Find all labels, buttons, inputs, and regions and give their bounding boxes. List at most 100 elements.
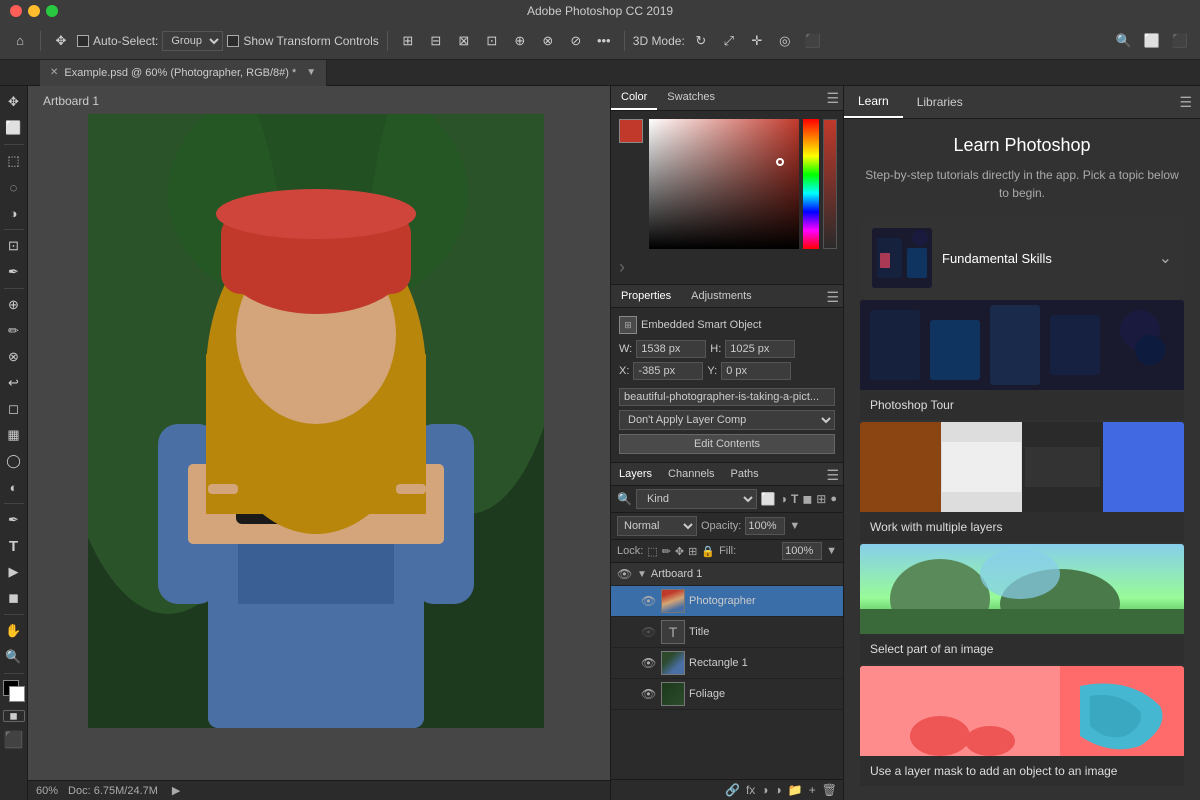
link-layers-icon[interactable]: 🔗	[725, 783, 740, 797]
status-arrow[interactable]: ▶	[172, 784, 180, 797]
search-icon[interactable]: 🔍	[1112, 29, 1136, 53]
more-icon[interactable]: •••	[592, 29, 616, 53]
layers-shape-icon[interactable]: ◼	[802, 492, 812, 506]
arrange-windows-icon[interactable]: ⬛	[1168, 29, 1192, 53]
lock-all-icon[interactable]: 🔒	[701, 545, 715, 558]
layer-rectangle[interactable]: 👁 Rectangle 1	[611, 648, 843, 679]
learn-card-multiple-layers[interactable]: Work with multiple layers	[860, 422, 1184, 542]
lock-move-icon[interactable]: ✥	[675, 545, 684, 558]
tab-channels[interactable]: Channels	[660, 463, 722, 485]
clone-tool[interactable]: ⊗	[2, 345, 26, 369]
auto-select-checkbox[interactable]	[77, 35, 89, 47]
learn-card-select-part[interactable]: Select part of an image	[860, 544, 1184, 664]
props-panel-menu-icon[interactable]: ☰	[826, 289, 839, 306]
maximize-button[interactable]	[46, 5, 58, 17]
color-gradient-cursor[interactable]	[776, 158, 784, 166]
document-tab[interactable]: ✕ Example.psd @ 60% (Photographer, RGB/8…	[40, 60, 327, 86]
pen-tool[interactable]: ✒	[2, 508, 26, 532]
x-field[interactable]	[633, 362, 703, 380]
color-hue-bar[interactable]	[803, 119, 819, 249]
height-field[interactable]	[725, 340, 795, 358]
type-tool[interactable]: T	[2, 534, 26, 558]
fill-field[interactable]	[782, 542, 822, 560]
path-select-tool[interactable]: ▶	[2, 560, 26, 584]
distribute-icon[interactable]: ⊕	[508, 29, 532, 53]
move-icon[interactable]: ✥	[49, 29, 73, 53]
quick-select-tool[interactable]: ◑	[2, 201, 26, 225]
opacity-field[interactable]	[745, 517, 785, 535]
layers-kind-dropdown[interactable]: Kind	[636, 489, 757, 509]
distribute-v-icon[interactable]: ⊗	[536, 29, 560, 53]
lock-transparent-icon[interactable]: ⬚	[647, 545, 657, 558]
auto-select-dropdown[interactable]: Group	[162, 31, 223, 51]
fill-arrow-icon[interactable]: ▼	[826, 545, 837, 557]
artboard-visibility-icon[interactable]: 👁	[617, 567, 633, 581]
opacity-arrow-icon[interactable]: ▼	[789, 520, 800, 532]
three-d-scale-icon[interactable]: ✛	[745, 29, 769, 53]
move-tool[interactable]: ✥	[2, 90, 26, 114]
layers-smart-icon[interactable]: ⊞	[816, 492, 826, 506]
tab-layers[interactable]: Layers	[611, 463, 660, 485]
blur-tool[interactable]: ◯	[2, 449, 26, 473]
three-d-video-icon[interactable]: ⬛	[801, 29, 825, 53]
foreground-background-colors[interactable]	[3, 680, 25, 702]
marquee-tool[interactable]: ⬚	[2, 149, 26, 173]
new-layer-icon[interactable]: +	[809, 783, 816, 797]
y-field[interactable]	[721, 362, 791, 380]
three-d-move-icon[interactable]: ⤢	[717, 29, 741, 53]
layers-pixel-icon[interactable]: ⬜	[761, 492, 776, 506]
foliage-visibility-icon[interactable]: 👁	[641, 687, 657, 701]
color-panel-menu-icon[interactable]: ☰	[826, 90, 839, 107]
new-group-icon[interactable]: 📁	[788, 783, 803, 797]
tab-close-icon[interactable]: ✕	[50, 67, 58, 78]
layers-adjust-icon[interactable]: ◑	[780, 492, 787, 506]
tab-properties[interactable]: Properties	[611, 285, 681, 307]
lock-artboard-icon[interactable]: ⊞	[688, 545, 697, 558]
color-bracket-icon[interactable]: ›	[619, 257, 625, 278]
crop-tool[interactable]: ⊡	[2, 234, 26, 258]
tab-libraries[interactable]: Libraries	[903, 87, 977, 117]
zoom-tool[interactable]: 🔍	[2, 645, 26, 669]
gradient-tool[interactable]: ▦	[2, 423, 26, 447]
tab-swatches[interactable]: Swatches	[657, 86, 725, 110]
close-button[interactable]	[10, 5, 22, 17]
fundamental-skills-chevron-icon[interactable]: ⌄	[1159, 248, 1172, 268]
eyedropper-tool[interactable]: ✒	[2, 260, 26, 284]
align-center-icon[interactable]: ⊟	[424, 29, 448, 53]
tab-color[interactable]: Color	[611, 86, 657, 110]
tab-paths[interactable]: Paths	[723, 463, 767, 485]
layer-photographer[interactable]: 👁 Photographer	[611, 586, 843, 617]
history-brush-tool[interactable]: ↩	[2, 371, 26, 395]
align-right-icon[interactable]: ⊠	[452, 29, 476, 53]
color-gradient-picker[interactable]	[649, 119, 799, 249]
layers-toggle-icon[interactable]: ●	[830, 493, 837, 505]
arrange-icon[interactable]: ⊘	[564, 29, 588, 53]
layer-fx-icon[interactable]: fx	[746, 783, 755, 797]
eraser-tool[interactable]: ◻	[2, 397, 26, 421]
workspace-icon[interactable]: ⬜	[1140, 29, 1164, 53]
learn-panel-menu-icon[interactable]: ☰	[1179, 94, 1192, 111]
rectangle-visibility-icon[interactable]: 👁	[641, 656, 657, 670]
photographer-visibility-icon[interactable]: 👁	[641, 594, 657, 608]
edit-contents-button[interactable]: Edit Contents	[619, 434, 835, 454]
healing-tool[interactable]: ⊕	[2, 293, 26, 317]
home-icon[interactable]: ⌂	[8, 29, 32, 53]
artboard-group-header[interactable]: 👁 ▼ Artboard 1	[611, 563, 843, 586]
learn-card-layer-mask[interactable]: Use a layer mask to add an object to an …	[860, 666, 1184, 786]
alpha-bar[interactable]	[823, 119, 837, 249]
delete-layer-icon[interactable]: 🗑	[822, 783, 837, 797]
hand-tool[interactable]: ✋	[2, 619, 26, 643]
three-d-rotate-icon[interactable]: ↻	[689, 29, 713, 53]
layer-foliage[interactable]: 👁 Foliage	[611, 679, 843, 710]
minimize-button[interactable]	[28, 5, 40, 17]
align-left-icon[interactable]: ⊞	[396, 29, 420, 53]
artboard-expand-icon[interactable]: ▼	[637, 569, 647, 580]
tab-adjustments[interactable]: Adjustments	[681, 285, 762, 307]
fundamental-skills-header[interactable]: Fundamental Skills ⌄	[860, 218, 1184, 298]
quick-mask-icon[interactable]: ◼	[3, 710, 25, 722]
width-field[interactable]	[636, 340, 706, 358]
layers-panel-menu-icon[interactable]: ☰	[826, 467, 839, 484]
dodge-tool[interactable]: ◐	[2, 475, 26, 499]
foreground-swatch[interactable]	[619, 119, 643, 143]
three-d-camera-icon[interactable]: ◎	[773, 29, 797, 53]
